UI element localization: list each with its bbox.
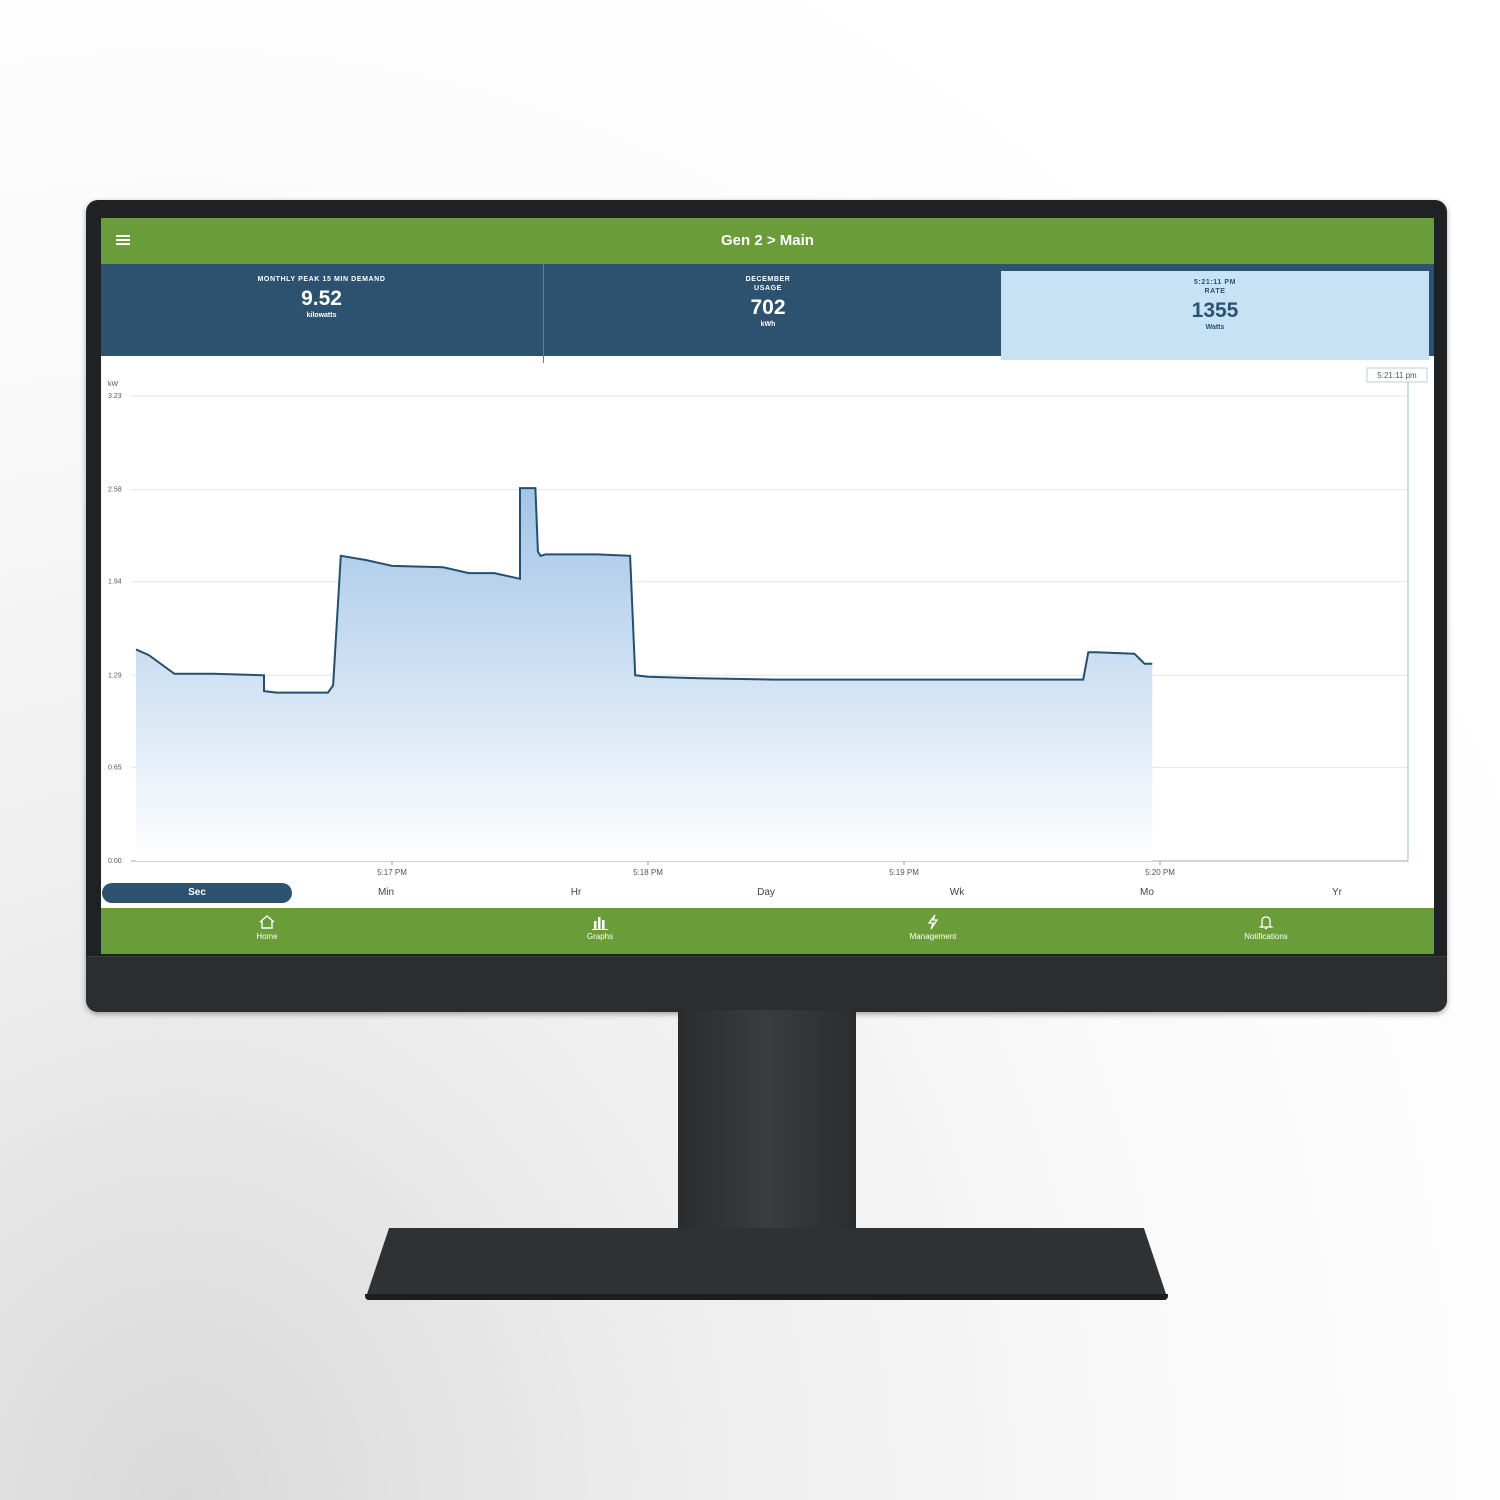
range-sec-button[interactable]: Sec <box>102 883 292 903</box>
y-tick-label: 0.65 <box>108 764 122 771</box>
y-tick-label: 1.94 <box>108 579 122 586</box>
x-tick-label: 5:18 PM <box>633 868 663 877</box>
lightning-icon <box>927 914 939 930</box>
x-tick-label: 5:19 PM <box>889 868 919 877</box>
top-bar: Gen 2 > Main <box>101 218 1434 264</box>
monitor-stand-neck <box>678 1010 856 1235</box>
monitor-stand-base-edge <box>365 1294 1168 1300</box>
y-tick-label: 2.58 <box>108 487 122 494</box>
stat-value: 1355 <box>1191 299 1239 322</box>
stat-unit: Watts <box>1205 324 1225 331</box>
bar-chart-icon <box>592 917 608 930</box>
range-mo-button[interactable]: Mo <box>1052 883 1242 903</box>
stat-value: 702 <box>750 296 786 319</box>
nav-graphs-label: Graphs <box>586 932 614 941</box>
cursor-label: 5:21:11 pm <box>1377 371 1417 380</box>
monitor-stand-base <box>365 1228 1168 1300</box>
bottom-nav: Home Graphs Management Notifications <box>101 908 1434 954</box>
y-tick-label: 1.29 <box>108 672 122 679</box>
stat-value: 9.52 <box>301 287 342 310</box>
range-yr-button[interactable]: Yr <box>1242 883 1432 903</box>
nav-home-label: Home <box>256 932 278 941</box>
stats-panel: MONTHLY PEAK 15 MIN DEMAND 9.52 kilowatt… <box>101 264 1434 363</box>
stat-label-line1: DECEMBER <box>745 276 791 283</box>
app-screen: Gen 2 > Main MONTHLY PEAK 15 MIN DEMAND … <box>101 218 1434 954</box>
range-min-button[interactable]: Min <box>291 883 481 903</box>
stat-december-usage[interactable]: DECEMBER USAGE 702 kWh <box>543 264 992 363</box>
nav-management-label: Management <box>909 932 957 941</box>
stat-label-line2: USAGE <box>754 285 782 292</box>
nav-management[interactable]: Management <box>873 914 993 941</box>
stat-label-line2: RATE <box>1204 288 1226 295</box>
stat-label-line1: 5:21:11 PM <box>1193 279 1237 286</box>
stat-unit: kilowatts <box>306 312 337 319</box>
power-chart-svg: kW 3.23 2.58 1.94 1.29 0.65 0.00 5:17 PM 5:18 P… <box>108 367 1428 877</box>
home-icon <box>259 915 275 929</box>
x-tick-label: 5:17 PM <box>377 868 407 877</box>
stat-unit: kWh <box>760 321 776 328</box>
range-day-button[interactable]: Day <box>671 883 861 903</box>
range-hr-button[interactable]: Hr <box>481 883 671 903</box>
time-range-selector: Sec Min Hr Day Wk Mo Yr <box>101 882 1434 906</box>
stat-label: MONTHLY PEAK 15 MIN DEMAND <box>257 276 386 283</box>
nav-notifications[interactable]: Notifications <box>1206 914 1326 941</box>
y-tick-label: 0.00 <box>108 858 122 865</box>
nav-home[interactable]: Home <box>207 914 327 941</box>
series-area <box>136 488 1153 861</box>
page-title: Gen 2 > Main <box>721 232 814 249</box>
stat-monthly-peak[interactable]: MONTHLY PEAK 15 MIN DEMAND 9.52 kilowatt… <box>101 264 542 363</box>
nav-notifications-label: Notifications <box>1244 932 1288 941</box>
x-tick-label: 5:20 PM <box>1145 868 1175 877</box>
y-tick-label: 3.23 <box>108 393 122 400</box>
y-axis-label: kW <box>108 381 119 388</box>
monitor-chin <box>86 956 1447 1012</box>
nav-graphs[interactable]: Graphs <box>540 914 660 941</box>
power-chart[interactable]: kW 3.23 2.58 1.94 1.29 0.65 0.00 5:17 PM 5:18 P… <box>101 358 1434 878</box>
series-line <box>135 487 1153 694</box>
stat-current-rate[interactable]: 5:21:11 PM RATE 1355 Watts <box>1001 271 1429 360</box>
bell-icon <box>1258 916 1274 930</box>
range-wk-button[interactable]: Wk <box>862 883 1052 903</box>
